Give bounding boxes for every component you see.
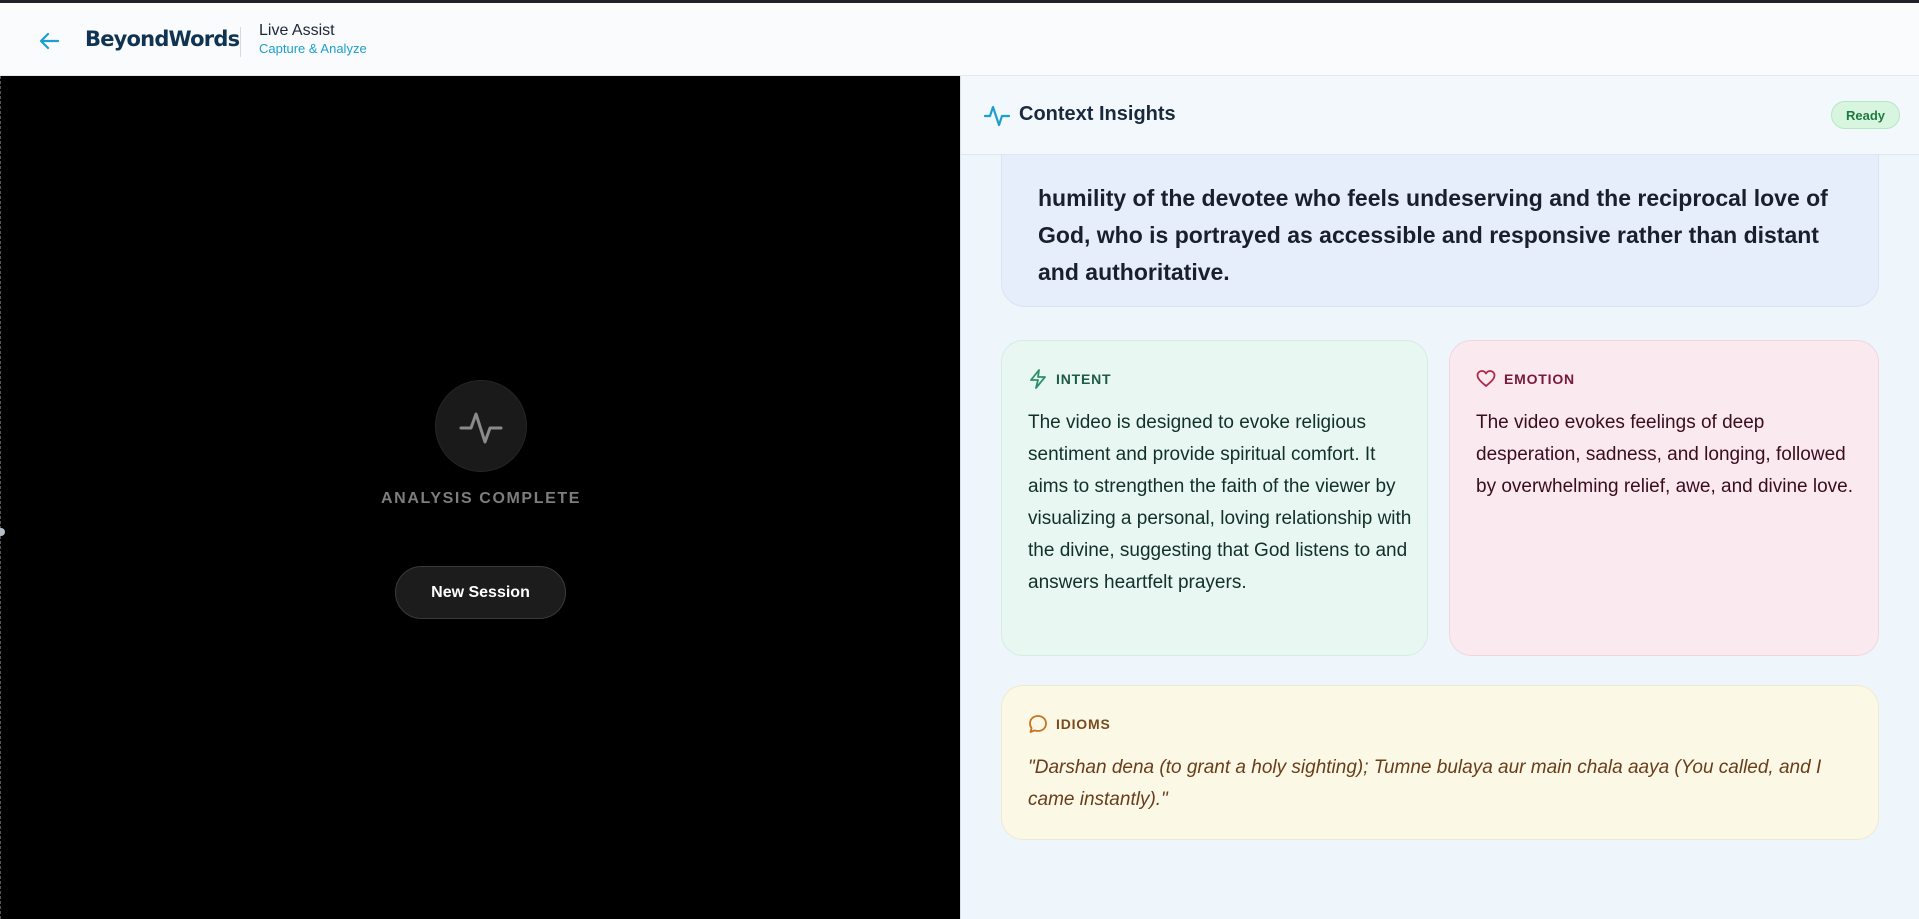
idioms-card: IDIOMS "Darshan dena (to grant a holy si…: [1001, 685, 1879, 840]
activity-pulse-icon: [459, 412, 503, 444]
emotion-card: EMOTION The video evokes feelings of dee…: [1449, 340, 1879, 656]
insights-title: Context Insights: [1019, 103, 1176, 125]
page-subtitle: Capture & Analyze: [259, 41, 367, 56]
header-titles: Live Assist Capture & Analyze: [259, 21, 367, 57]
emotion-label: EMOTION: [1504, 371, 1575, 387]
new-session-button[interactable]: New Session: [395, 566, 566, 619]
emotion-card-header: EMOTION: [1476, 369, 1575, 389]
arrow-left-icon: [39, 32, 59, 50]
idioms-text: "Darshan dena (to grant a holy sighting)…: [1028, 757, 1822, 810]
status-indicator: [435, 380, 527, 472]
intent-card: INTENT The video is designed to evoke re…: [1001, 340, 1428, 656]
insights-header: Context Insights Ready: [961, 76, 1919, 155]
intent-card-header: INTENT: [1028, 369, 1111, 389]
summary-text: humility of the devotee who feels undese…: [1038, 185, 1828, 285]
header-divider: [240, 27, 241, 57]
brand-logo: BeyondWords: [85, 27, 240, 51]
analysis-status: ANALYSIS COMPLETE: [381, 490, 581, 507]
intent-label: INTENT: [1056, 371, 1112, 387]
page-title: Live Assist: [259, 22, 335, 39]
app-header: BeyondWords Live Assist Capture & Analyz…: [0, 3, 1919, 76]
intent-text: The video is designed to evoke religious…: [1028, 412, 1412, 593]
status-badge: Ready: [1830, 101, 1900, 129]
speech-bubble-icon: [1029, 715, 1047, 733]
idioms-label: IDIOMS: [1056, 716, 1111, 732]
resize-handle[interactable]: [0, 528, 5, 536]
heart-icon: [1476, 370, 1496, 387]
capture-pane: ANALYSIS COMPLETE New Session: [0, 76, 960, 919]
back-button[interactable]: [36, 28, 62, 54]
emotion-text: The video evokes feelings of deep desper…: [1476, 412, 1854, 497]
lightning-icon: [1030, 369, 1046, 389]
activity-pulse-icon: [984, 105, 1010, 127]
idioms-card-header: IDIOMS: [1028, 714, 1111, 734]
context-insights-panel[interactable]: Context Insights Ready humility of the d…: [960, 76, 1919, 919]
